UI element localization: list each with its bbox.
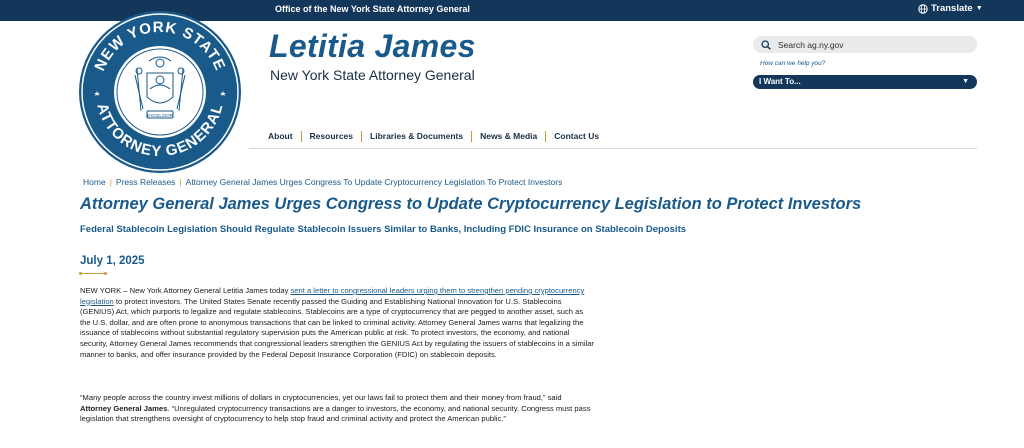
article-title: Attorney General James Urges Congress to…: [80, 195, 862, 213]
nav-item-news-media[interactable]: News & Media: [471, 131, 545, 142]
date-divider: [79, 272, 107, 275]
seal-motto: EXCELSIOR: [147, 113, 174, 118]
nav-item-libraries-documents[interactable]: Libraries & Documents: [361, 131, 471, 142]
globe-icon: [918, 3, 928, 14]
nav-item-about[interactable]: About: [268, 131, 301, 142]
nav-divider: [249, 148, 977, 149]
translate-label: Translate: [931, 3, 973, 14]
paragraph-text: to protect investors. The United States …: [80, 296, 594, 359]
speaker-name: Attorney General James: [80, 403, 168, 413]
office-title: Office of the New York State Attorney Ge…: [275, 4, 470, 14]
breadcrumb-current: Attorney General James Urges Congress To…: [185, 177, 563, 187]
caret-down-icon: ▼: [962, 78, 969, 85]
paragraph-text: “Many people across the country invest m…: [80, 393, 562, 402]
site-subtitle: New York State Attorney General: [270, 67, 475, 83]
paragraph-text: NEW YORK – New York Attorney General Let…: [80, 286, 291, 295]
nav-item-resources[interactable]: Resources: [300, 131, 361, 142]
breadcrumb-separator: |: [109, 177, 112, 187]
main-nav: About Resources Libraries & Documents Ne…: [268, 131, 607, 142]
nav-item-contact-us[interactable]: Contact Us: [545, 131, 607, 142]
search-box[interactable]: [753, 36, 977, 53]
article-paragraph-1: NEW YORK – New York Attorney General Let…: [80, 286, 594, 360]
i-want-to-label: I Want To...: [759, 77, 801, 86]
breadcrumb: Home | Press Releases | Attorney General…: [83, 177, 562, 187]
i-want-to-dropdown[interactable]: I Want To... ▼: [753, 75, 977, 89]
article-paragraph-2: “Many people across the country invest m…: [80, 393, 594, 425]
breadcrumb-press-releases[interactable]: Press Releases: [116, 177, 176, 187]
article-date: July 1, 2025: [80, 255, 145, 267]
search-icon: [761, 39, 771, 50]
search-help-text: How can we help you?: [760, 60, 826, 67]
ny-state-seal-logo[interactable]: NEW YORK STATE ATTORNEY GENERAL EXCELSIO…: [79, 11, 241, 173]
search-input[interactable]: [778, 39, 958, 50]
caret-down-icon: ▼: [975, 5, 983, 12]
translate-button[interactable]: Translate ▼: [918, 3, 983, 14]
article-subtitle: Federal Stablecoin Legislation Should Re…: [80, 224, 687, 235]
breadcrumb-separator: |: [179, 177, 182, 187]
site-name[interactable]: Letitia James: [269, 28, 476, 65]
breadcrumb-home[interactable]: Home: [83, 177, 106, 187]
